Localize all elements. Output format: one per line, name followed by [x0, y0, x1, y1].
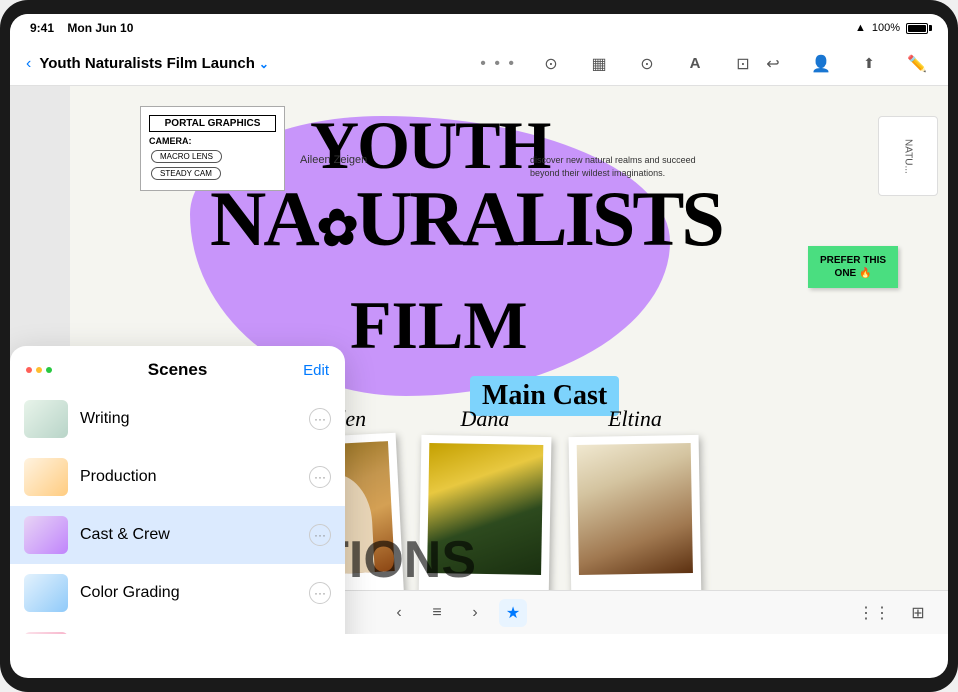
- nav-center: • • • ⊙ ▦ ⊙ A ⊡: [480, 49, 758, 79]
- nav-dots: • • •: [480, 55, 516, 73]
- ipad-frame: 9:41 Mon Jun 10 ▲ 100% ‹ Youth Naturalis…: [0, 0, 958, 692]
- scene-item-production[interactable]: Production ···: [10, 448, 345, 506]
- scene-label-color-grading: Color Grading: [80, 584, 309, 602]
- text-tool-icon[interactable]: A: [680, 49, 710, 79]
- title-naturalists: NA✿URALISTS: [210, 174, 722, 264]
- scenes-traffic-lights: [26, 367, 52, 373]
- nav-action-icons: ↩ 👤 ⬆ ✏️: [758, 49, 932, 79]
- share-icon[interactable]: ⬆: [854, 49, 884, 79]
- layout-view-icon[interactable]: ⊞: [904, 599, 932, 627]
- battery-label: 100%: [872, 22, 900, 34]
- time-display: 9:41: [30, 21, 54, 35]
- back-button[interactable]: ‹: [26, 55, 31, 73]
- title-film: FILM: [350, 286, 528, 365]
- scene-item-color-grading[interactable]: Color Grading ···: [10, 564, 345, 622]
- cast-signature-2: Dana: [461, 406, 510, 432]
- scene-thumb-color: [24, 574, 68, 612]
- description-text: discover new natural realms and succeed …: [530, 154, 710, 179]
- status-bar: 9:41 Mon Jun 10 ▲ 100%: [10, 14, 948, 42]
- grid-tool-icon[interactable]: ▦: [584, 49, 614, 79]
- nav-bar: ‹ Youth Naturalists Film Launch ⌄ • • • …: [10, 42, 948, 86]
- camera-option-1: MACRO LENS: [151, 150, 222, 163]
- project-title-text: Youth Naturalists Film Launch: [39, 55, 255, 72]
- dot-green: [46, 367, 52, 373]
- scene-more-cast[interactable]: ···: [309, 524, 331, 546]
- cursor-tool-icon[interactable]: ⊙: [536, 49, 566, 79]
- camera-label: CAMERA:: [149, 136, 276, 146]
- status-right: ▲ 100%: [855, 22, 928, 34]
- main-area: PORTAL GRAPHICS CAMERA: MACRO LENS STEAD…: [10, 86, 948, 634]
- scene-thumb-writing: [24, 400, 68, 438]
- camera-card-title: PORTAL GRAPHICS: [149, 115, 276, 132]
- scene-thumb-cast: [24, 516, 68, 554]
- scene-item-marketing[interactable]: Marketing ···: [10, 622, 345, 634]
- title-dropdown-icon: ⌄: [259, 57, 269, 71]
- scene-label-production: Production: [80, 468, 309, 486]
- favorite-button[interactable]: ★: [499, 599, 527, 627]
- author-label: Aileen Zeigen: [300, 154, 367, 166]
- status-time: 9:41 Mon Jun 10: [30, 21, 133, 35]
- polaroid-3: [569, 435, 702, 590]
- cast-signature-3: Eltina: [608, 406, 662, 432]
- scenes-panel: Scenes Edit Writing ··· Production ··· C…: [10, 346, 345, 634]
- hierarchy-icon[interactable]: ⋮⋮: [860, 599, 888, 627]
- nav-left: ‹ Youth Naturalists Film Launch ⌄: [26, 55, 480, 73]
- date-display: Mon Jun 10: [67, 21, 133, 35]
- project-title-container[interactable]: Youth Naturalists Film Launch ⌄: [39, 55, 269, 72]
- right-side-card: NATU...: [878, 116, 938, 196]
- scene-thumb-production: [24, 458, 68, 496]
- sticky-note-text: PREFER THIS ONE 🔥: [820, 255, 886, 279]
- sticky-note: PREFER THIS ONE 🔥: [808, 246, 898, 288]
- cast-photo-3: [577, 443, 693, 575]
- toolbar-navigation: ‹ ≡ › ★: [385, 599, 527, 627]
- cast-card-3: Eltina SONIA BRIZZOLARI (SHE / HER): [570, 406, 700, 590]
- scenes-header: Scenes Edit: [10, 346, 345, 390]
- prev-button[interactable]: ‹: [385, 599, 413, 627]
- camera-options: MACRO LENS STEADY CAM: [149, 148, 276, 182]
- edit-pencil-icon[interactable]: ✏️: [902, 49, 932, 79]
- dot-yellow: [36, 367, 42, 373]
- toolbar-right: ⋮⋮ ⊞: [860, 599, 932, 627]
- camera-option-2: STEADY CAM: [151, 167, 221, 180]
- list-view-button[interactable]: ≡: [423, 599, 451, 627]
- collaborators-icon[interactable]: 👤: [806, 49, 836, 79]
- nav-tool-icons: ⊙ ▦ ⊙ A ⊡: [536, 49, 758, 79]
- scenes-edit-button[interactable]: Edit: [303, 362, 329, 379]
- wifi-icon: ▲: [855, 22, 866, 34]
- scene-item-cast-crew[interactable]: Cast & Crew ···: [10, 506, 345, 564]
- folder-tool-icon[interactable]: ⊙: [632, 49, 662, 79]
- ipad-screen: 9:41 Mon Jun 10 ▲ 100% ‹ Youth Naturalis…: [10, 14, 948, 678]
- scene-more-production[interactable]: ···: [309, 466, 331, 488]
- next-button[interactable]: ›: [461, 599, 489, 627]
- scene-thumb-marketing: [24, 632, 68, 634]
- back-chevron: ‹: [26, 55, 31, 73]
- scene-more-color[interactable]: ···: [309, 582, 331, 604]
- scenes-title: Scenes: [148, 360, 208, 380]
- image-tool-icon[interactable]: ⊡: [728, 49, 758, 79]
- scene-label-cast-crew: Cast & Crew: [80, 526, 309, 544]
- camera-card: PORTAL GRAPHICS CAMERA: MACRO LENS STEAD…: [140, 106, 285, 191]
- battery-icon: [906, 23, 928, 34]
- scene-more-writing[interactable]: ···: [309, 408, 331, 430]
- dot-red: [26, 367, 32, 373]
- scene-label-writing: Writing: [80, 410, 309, 428]
- undo-icon[interactable]: ↩: [758, 49, 788, 79]
- scene-item-writing[interactable]: Writing ···: [10, 390, 345, 448]
